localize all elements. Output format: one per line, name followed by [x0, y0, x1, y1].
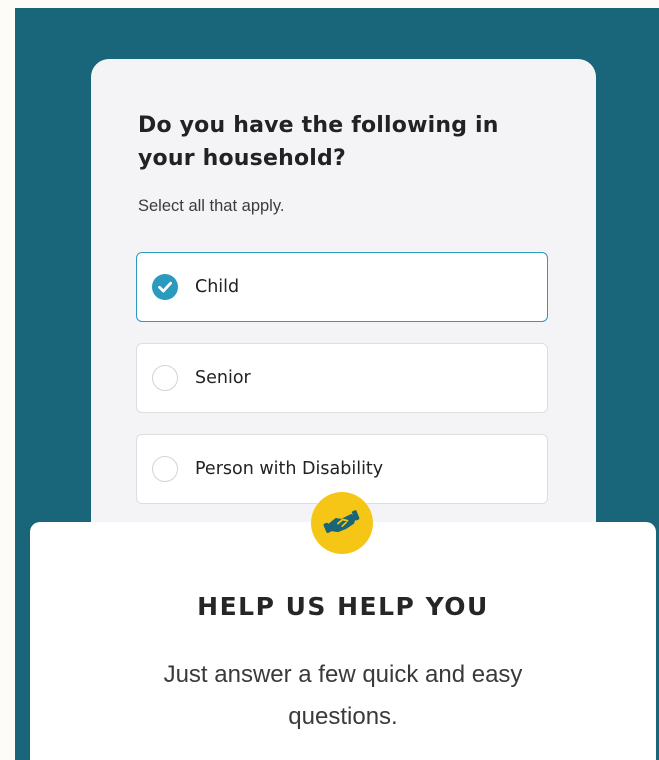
help-card: HELP US HELP YOU Just answer a few quick… [30, 492, 656, 760]
option-senior[interactable]: Senior [136, 343, 548, 413]
unchecked-circle-icon[interactable] [152, 365, 178, 391]
handshake-icon [323, 510, 360, 533]
option-label: Senior [195, 368, 251, 388]
option-label: Child [195, 277, 240, 297]
help-title: HELP US HELP YOU [197, 592, 489, 621]
question-subtitle: Select all that apply. [138, 197, 285, 215]
question-title: Do you have the following in your househ… [138, 113, 499, 171]
option-child[interactable]: Child [136, 252, 548, 322]
help-description: Just answer a few quick and easy questio… [163, 661, 523, 730]
page-background: Do you have the following in your househ… [15, 8, 659, 760]
checked-icon[interactable] [152, 274, 178, 300]
handshake-badge [311, 492, 373, 554]
unchecked-circle-icon[interactable] [152, 456, 178, 482]
